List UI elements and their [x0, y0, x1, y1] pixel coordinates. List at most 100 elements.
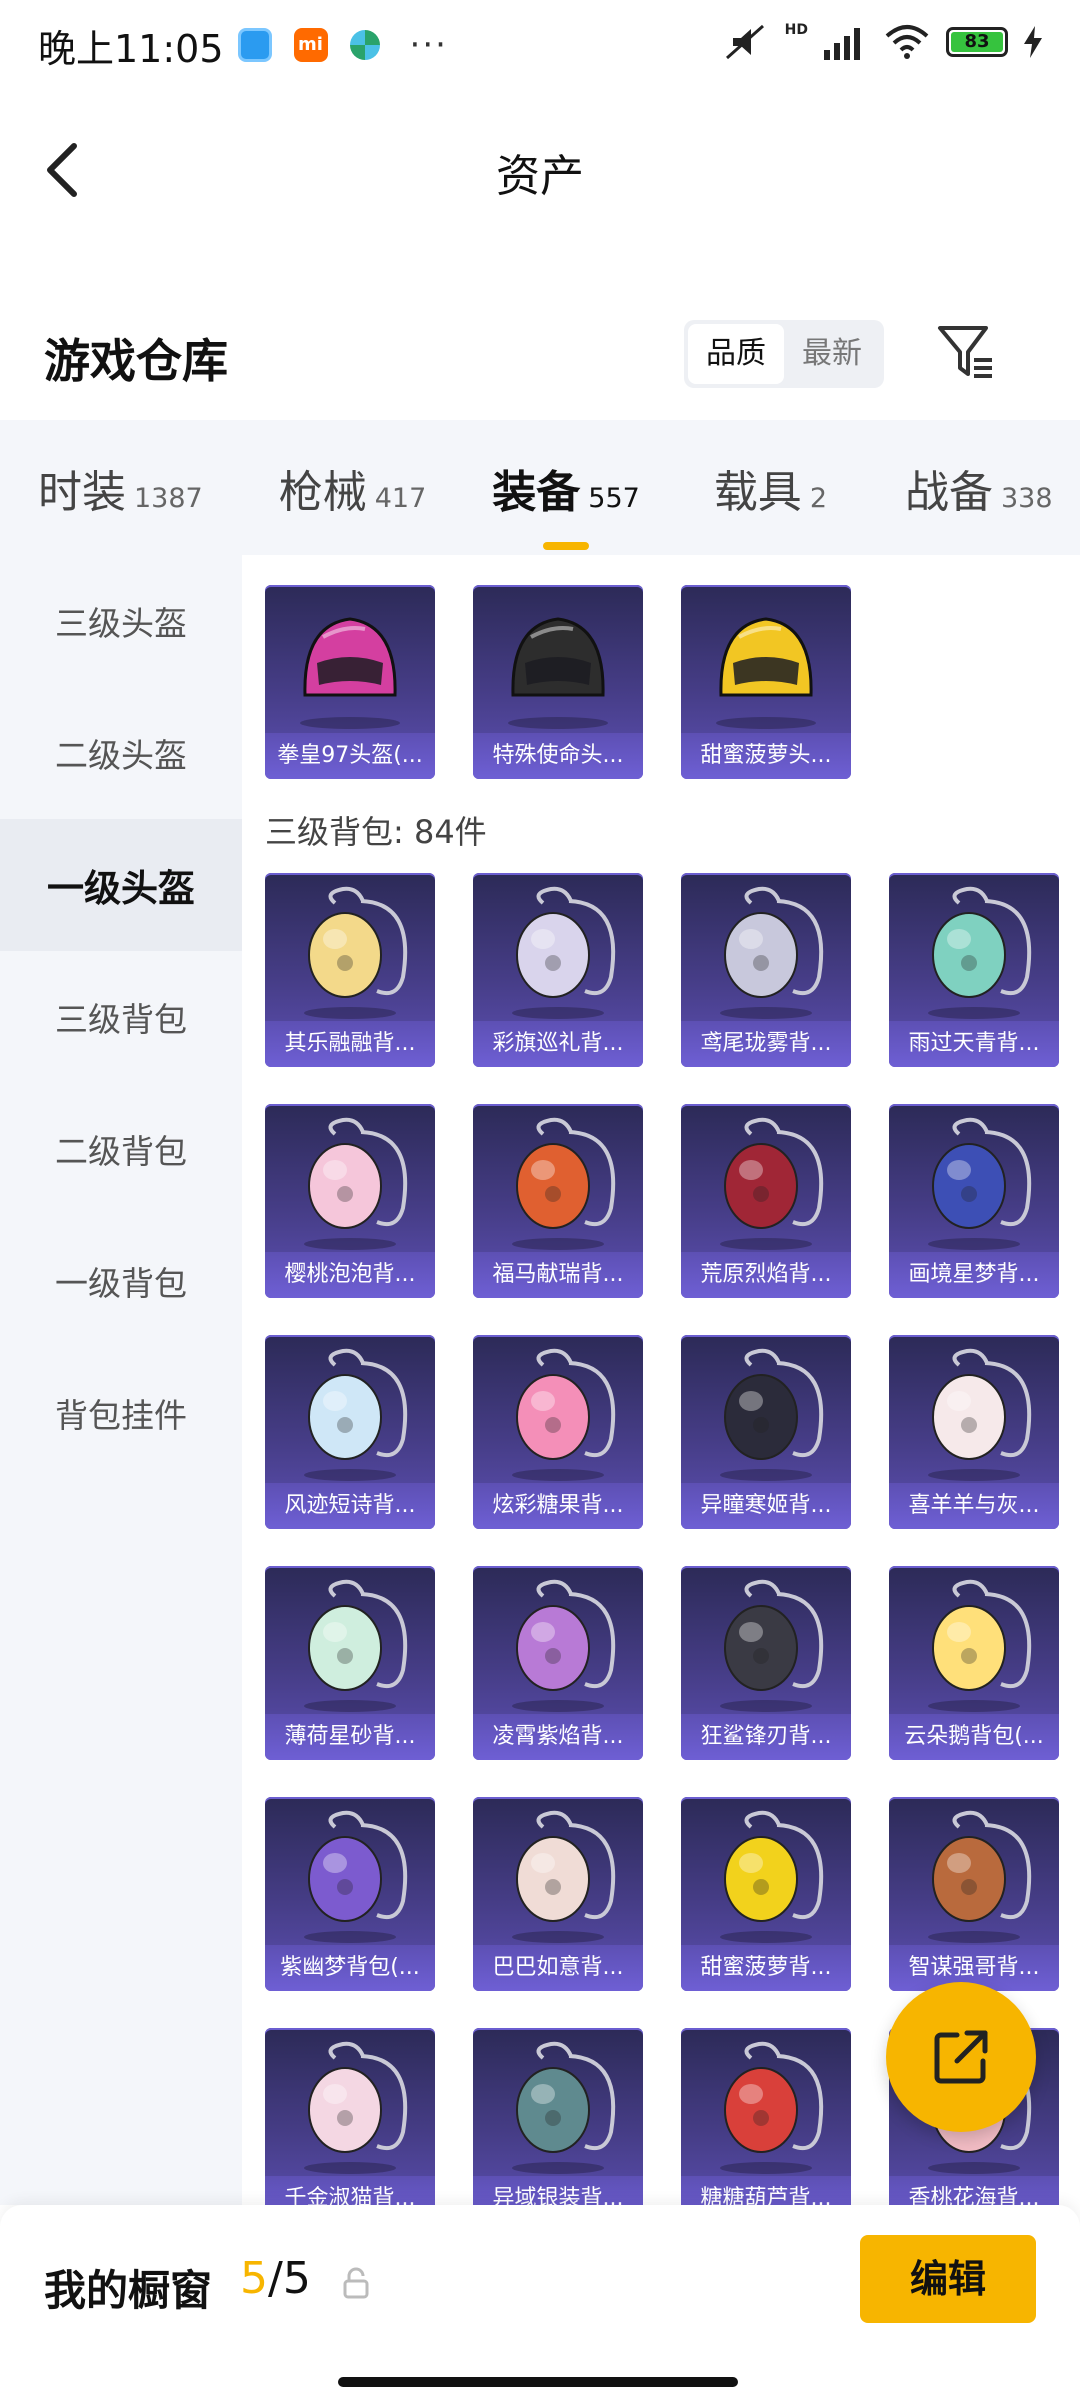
- backpack-icon: [512, 1117, 616, 1250]
- backpack-item-card[interactable]: 风迹短诗背...: [265, 1335, 435, 1529]
- item-name: 异瞳寒姬背...: [681, 1483, 851, 1529]
- tab-vehicles[interactable]: 载具 2: [714, 456, 827, 520]
- wifi-icon: [885, 25, 929, 59]
- backpack-icon: [304, 1579, 408, 1712]
- backpack-icon: [928, 1348, 1032, 1481]
- backpack-icon: [512, 1579, 616, 1712]
- category-tabs: 时装 1387 枪械 417 装备 557 载具 2 战备 338: [0, 420, 1080, 555]
- backpack-item-card[interactable]: 甜蜜菠萝背...: [681, 1797, 851, 1991]
- backpack-icon: [720, 1117, 824, 1250]
- item-name: 炫彩糖果背...: [473, 1483, 643, 1529]
- tab-combat-gear[interactable]: 战备 338: [905, 456, 1053, 520]
- sidebar-item-backpack-charm[interactable]: 背包挂件: [0, 1347, 242, 1479]
- item-name: 甜蜜菠萝背...: [681, 1945, 851, 1991]
- sidebar-item-level3-helmet[interactable]: 三级头盔: [0, 555, 242, 687]
- more-notifications-icon: ···: [409, 25, 448, 65]
- helmet-icon: [300, 617, 400, 729]
- backpack-item-card[interactable]: 雨过天青背...: [889, 873, 1059, 1067]
- helmet-icon: [508, 617, 608, 729]
- backpack-icon: [304, 886, 408, 1019]
- backpack-item-card[interactable]: 千金淑猫背...: [265, 2028, 435, 2205]
- backpack-item-card[interactable]: 紫幽梦背包(...: [265, 1797, 435, 1991]
- mute-icon: [725, 24, 764, 60]
- showcase-count-used: 5: [240, 2253, 268, 2304]
- status-bar: 晚上11:05 mi ··· HD 83: [0, 0, 1080, 90]
- backpack-item-card[interactable]: 狂鲨锋刃背...: [681, 1566, 851, 1760]
- backpack-icon: [512, 1348, 616, 1481]
- tab-count: 417: [374, 482, 427, 514]
- item-name: 甜蜜菠萝头...: [681, 733, 851, 779]
- edit-button[interactable]: 编辑: [860, 2235, 1036, 2323]
- backpack-item-card[interactable]: 糖糖葫芦背...: [681, 2028, 851, 2205]
- status-notification-icons: mi ···: [237, 25, 448, 65]
- wallet-app-icon: [237, 28, 272, 62]
- backpack-item-card[interactable]: 画境星梦背...: [889, 1104, 1059, 1298]
- item-name: 异域银装背...: [473, 2176, 643, 2205]
- item-content: 拳皇97头盔(... 特殊使命头... 甜蜜菠萝头... 三级背包: 84件 其乐融…: [242, 555, 1080, 2205]
- sidebar-item-level2-backpack[interactable]: 二级背包: [0, 1083, 242, 1215]
- backpack-icon: [928, 1579, 1032, 1712]
- backpack-item-card[interactable]: 薄荷星砂背...: [265, 1566, 435, 1760]
- helmet-grid: 拳皇97头盔(... 特殊使命头... 甜蜜菠萝头...: [242, 555, 1080, 779]
- page-title: 资产: [496, 151, 584, 202]
- backpack-item-card[interactable]: 云朵鹅背包(...: [889, 1566, 1059, 1760]
- tab-guns[interactable]: 枪械 417: [279, 456, 427, 520]
- item-name: 特殊使命头...: [473, 733, 643, 779]
- item-name: 凌霄紫焰背...: [473, 1714, 643, 1760]
- signal-icon: [824, 28, 860, 60]
- tab-label: 装备: [492, 466, 581, 518]
- share-button[interactable]: [886, 1982, 1036, 2132]
- item-name: 喜羊羊与灰...: [889, 1483, 1059, 1529]
- sort-option-quality[interactable]: 品质: [688, 324, 784, 384]
- backpack-icon: [720, 2041, 824, 2174]
- backpack-item-card[interactable]: 樱桃泡泡背...: [265, 1104, 435, 1298]
- battery-icon: 83: [946, 27, 1008, 57]
- backpack-item-card[interactable]: 异域银装背...: [473, 2028, 643, 2205]
- tab-label: 载具: [713, 466, 802, 518]
- helmet-item-card[interactable]: 特殊使命头...: [473, 585, 643, 779]
- sort-option-newest[interactable]: 最新: [784, 324, 880, 384]
- status-right: HD 83: [723, 22, 1042, 62]
- backpack-icon: [304, 1810, 408, 1943]
- item-name: 其乐融融背...: [265, 1021, 435, 1067]
- item-name: 紫幽梦背包(...: [265, 1945, 435, 1991]
- sidebar-item-level2-helmet[interactable]: 二级头盔: [0, 687, 242, 819]
- hd-indicator: HD: [784, 22, 808, 38]
- backpack-item-card[interactable]: 凌霄紫焰背...: [473, 1566, 643, 1760]
- item-name: 拳皇97头盔(...: [265, 733, 435, 779]
- item-name: 巴巴如意背...: [473, 1945, 643, 1991]
- backpack-item-card[interactable]: 巴巴如意背...: [473, 1797, 643, 1991]
- helmet-item-card[interactable]: 拳皇97头盔(...: [265, 585, 435, 779]
- filter-button[interactable]: [936, 322, 996, 384]
- item-name: 千金淑猫背...: [265, 2176, 435, 2205]
- backpack-icon: [512, 2041, 616, 2174]
- item-name: 云朵鹅背包(...: [889, 1714, 1059, 1760]
- backpack-item-card[interactable]: 其乐融融背...: [265, 873, 435, 1067]
- sidebar-item-level3-backpack[interactable]: 三级背包: [0, 951, 242, 1083]
- item-name: 狂鲨锋刃背...: [681, 1714, 851, 1760]
- sidebar-item-level1-backpack[interactable]: 一级背包: [0, 1215, 242, 1347]
- sidebar: 三级头盔 二级头盔 一级头盔 三级背包 二级背包 一级背包 背包挂件: [0, 555, 242, 2205]
- backpack-icon: [720, 1348, 824, 1481]
- backpack-item-card[interactable]: 喜羊羊与灰...: [889, 1335, 1059, 1529]
- home-indicator: [338, 2377, 738, 2387]
- backpack-item-card[interactable]: 荒原烈焰背...: [681, 1104, 851, 1298]
- backpack-item-card[interactable]: 智谋强哥背...: [889, 1797, 1059, 1991]
- item-name: 雨过天青背...: [889, 1021, 1059, 1067]
- backpack-item-card[interactable]: 福马献瑞背...: [473, 1104, 643, 1298]
- tab-equipment[interactable]: 装备 557: [492, 456, 640, 550]
- tab-label: 枪械: [278, 466, 367, 518]
- item-name: 福马献瑞背...: [473, 1252, 643, 1298]
- backpack-icon: [928, 1117, 1032, 1250]
- backpack-item-card[interactable]: 异瞳寒姬背...: [681, 1335, 851, 1529]
- tab-count: 1387: [134, 482, 203, 514]
- sidebar-item-level1-helmet[interactable]: 一级头盔: [0, 819, 242, 951]
- backpack-item-card[interactable]: 炫彩糖果背...: [473, 1335, 643, 1529]
- mobile-app-icon: [349, 30, 380, 60]
- helmet-item-card[interactable]: 甜蜜菠萝头...: [681, 585, 851, 779]
- tab-fashion[interactable]: 时装 1387: [38, 456, 203, 520]
- status-time: 晚上11:05: [38, 26, 224, 71]
- item-name: 香桃花海背...: [889, 2176, 1059, 2205]
- backpack-item-card[interactable]: 鸢尾珑雾背...: [681, 873, 851, 1067]
- backpack-item-card[interactable]: 彩旗巡礼背...: [473, 873, 643, 1067]
